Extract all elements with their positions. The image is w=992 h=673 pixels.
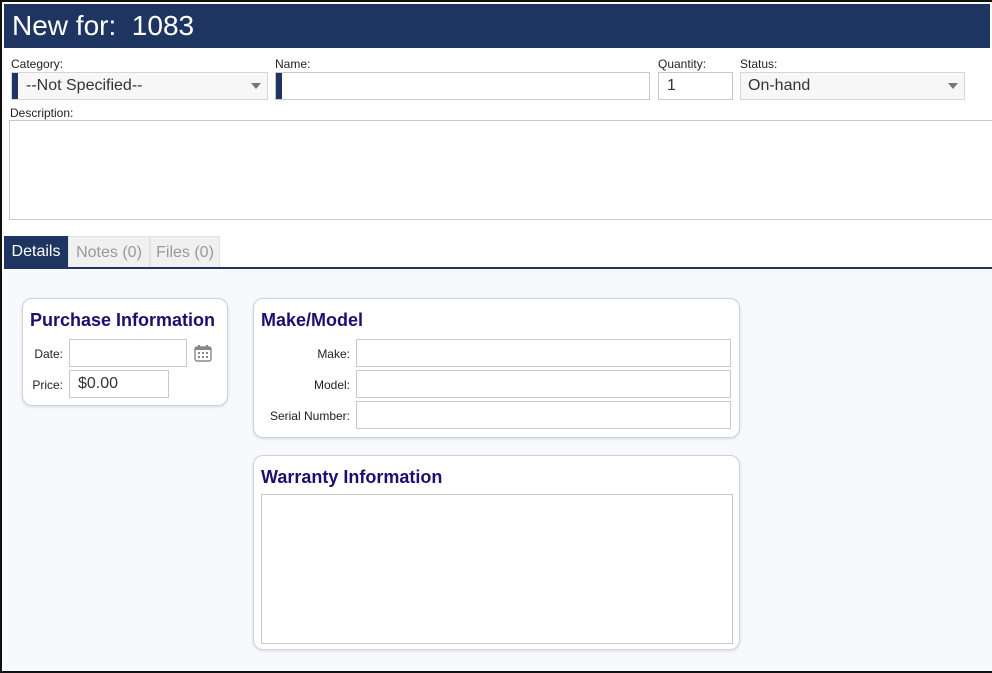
date-label: Date: bbox=[34, 347, 63, 361]
purchase-information-title: Purchase Information bbox=[30, 310, 216, 330]
quantity-value: 1 bbox=[667, 77, 676, 94]
required-indicator bbox=[12, 73, 18, 99]
serial-number-label: Serial Number: bbox=[269, 409, 350, 423]
warranty-information-card: Warranty Information bbox=[253, 455, 740, 650]
page-title: New for: 1083 bbox=[12, 10, 195, 41]
quantity-label: Quantity: bbox=[658, 57, 707, 71]
model-input[interactable] bbox=[356, 370, 731, 398]
quantity-input[interactable]: 1 bbox=[658, 72, 733, 100]
name-input[interactable] bbox=[275, 72, 650, 100]
chevron-down-icon bbox=[251, 83, 261, 89]
chevron-down-icon bbox=[948, 83, 958, 89]
category-value: --Not Specified-- bbox=[26, 77, 143, 94]
status-label: Status: bbox=[740, 57, 778, 71]
tab-notes[interactable]: Notes (0) bbox=[68, 236, 150, 268]
make-input[interactable] bbox=[356, 339, 731, 367]
required-indicator bbox=[276, 73, 282, 99]
details-panel: Purchase Information Date: Price: $0.00 … bbox=[4, 269, 992, 671]
make-label: Make: bbox=[317, 347, 350, 361]
warranty-textarea[interactable] bbox=[261, 494, 733, 644]
make-model-title: Make/Model bbox=[261, 310, 364, 330]
category-select[interactable]: --Not Specified-- bbox=[11, 72, 268, 100]
serial-number-input[interactable] bbox=[356, 401, 731, 429]
purchase-information-card: Purchase Information Date: Price: $0.00 bbox=[22, 298, 228, 406]
warranty-information-title: Warranty Information bbox=[261, 467, 443, 487]
description-textarea[interactable] bbox=[9, 120, 992, 220]
price-label: Price: bbox=[32, 378, 63, 392]
price-value: $0.00 bbox=[78, 375, 119, 392]
tab-files[interactable]: Files (0) bbox=[150, 236, 220, 268]
make-model-card: Make/Model Make: Model: Serial Number: bbox=[253, 298, 740, 438]
date-input[interactable] bbox=[69, 339, 187, 367]
page-header: New for: 1083 bbox=[4, 4, 990, 48]
model-label: Model: bbox=[313, 378, 350, 392]
description-label: Description: bbox=[10, 106, 74, 120]
category-label: Category: bbox=[11, 57, 64, 71]
calendar-icon[interactable] bbox=[194, 344, 212, 362]
status-value: On-hand bbox=[748, 77, 811, 94]
name-label: Name: bbox=[275, 57, 311, 71]
tab-details[interactable]: Details bbox=[4, 236, 68, 268]
price-input[interactable]: $0.00 bbox=[69, 370, 169, 398]
status-select[interactable]: On-hand bbox=[740, 72, 965, 100]
